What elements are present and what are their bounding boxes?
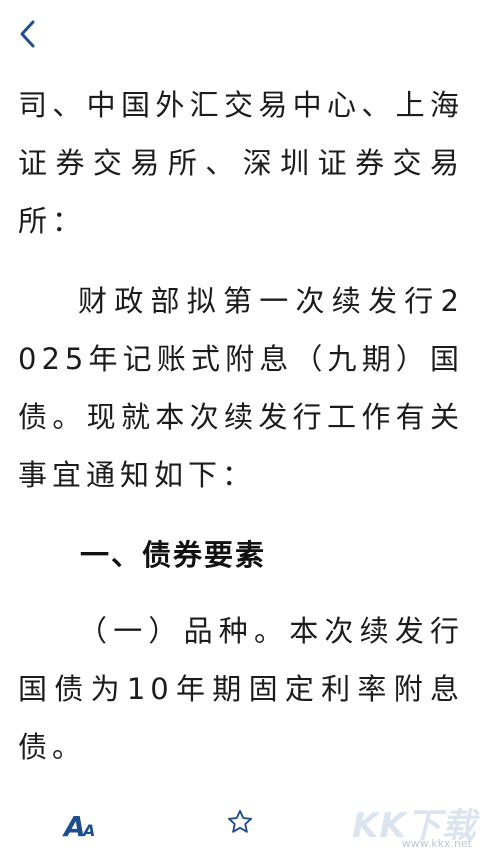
font-size-icon: A A	[62, 810, 95, 843]
article-paragraph: 司、中国外汇交易中心、上海证券交易所、深圳证券交易所：	[18, 88, 464, 238]
article-content: 司、中国外汇交易中心、上海证券交易所、深圳证券交易所： 财政部拟第一次续发行20…	[18, 76, 464, 776]
section-heading: 一、债券要素	[80, 538, 267, 572]
font-size-button[interactable]: A A	[62, 808, 102, 843]
chevron-left-icon	[20, 20, 35, 48]
watermark: KK下载 www.kkx.net	[352, 796, 476, 850]
back-button[interactable]	[10, 14, 46, 54]
font-size-label-small: A	[81, 821, 95, 840]
top-bar	[0, 0, 480, 70]
favorite-button[interactable]	[224, 806, 256, 838]
article-paragraph: 财政部拟第一次续发行2025年记账式附息（九期）国债。现就本次续发行工作有关事宜…	[18, 284, 464, 492]
watermark-url: www.kkx.net	[401, 837, 472, 850]
article-paragraph: （一）品种。本次续发行国债为10年期固定利率附息债。	[18, 614, 464, 764]
star-outline-icon	[227, 809, 253, 833]
